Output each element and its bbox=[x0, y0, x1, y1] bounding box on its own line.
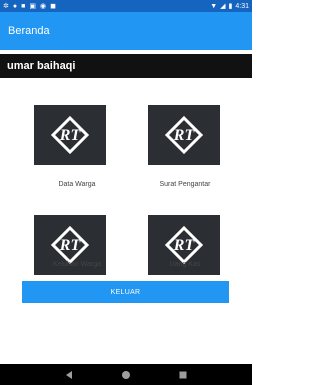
status-time: 4:31 bbox=[235, 2, 249, 10]
user-name: umar baihaqi bbox=[7, 60, 76, 72]
menu-label-surat-pengantar: Surat Pengantar bbox=[159, 181, 211, 188]
image-icon: ▣ bbox=[29, 2, 36, 10]
battery-icon: ▮ bbox=[228, 2, 233, 10]
menu-surat-pengantar[interactable]: RT bbox=[134, 98, 234, 168]
navigation-bar bbox=[0, 364, 252, 385]
page-title: Beranda bbox=[8, 25, 50, 37]
home-icon[interactable] bbox=[116, 367, 136, 383]
rt-logo-icon: RT bbox=[148, 105, 220, 165]
svg-text:RT: RT bbox=[173, 237, 196, 254]
menu-label-uang-kas: Uang Kas bbox=[169, 261, 201, 268]
sd-card-icon: ◼ bbox=[50, 2, 56, 10]
recents-icon[interactable] bbox=[173, 367, 193, 383]
camera-icon: ◉ bbox=[39, 2, 47, 10]
menu-label-data-warga: Data Warga bbox=[58, 181, 96, 188]
back-icon[interactable] bbox=[59, 367, 79, 383]
wifi-icon: ▼ bbox=[210, 2, 218, 10]
user-name-bar: umar baihaqi bbox=[0, 54, 252, 78]
rt-logo-icon: RT bbox=[34, 105, 106, 165]
menu-data-warga[interactable]: RT bbox=[20, 98, 120, 168]
logout-button[interactable]: KELUAR bbox=[22, 281, 229, 303]
status-bar: ✲ ● ■ ▣ ◉ ◼ ▼ ◢ ▮ 4:31 bbox=[0, 0, 252, 12]
notification-icon: ■ bbox=[21, 2, 26, 10]
location-icon: ● bbox=[12, 2, 18, 10]
svg-text:RT: RT bbox=[59, 127, 82, 144]
status-left-icons: ✲ ● ■ ▣ ◉ ◼ bbox=[3, 3, 56, 10]
svg-text:RT: RT bbox=[173, 127, 196, 144]
svg-text:RT: RT bbox=[59, 237, 82, 254]
menu-label-keluhan-warga: Keluhan Warga bbox=[53, 261, 101, 268]
signal-icon: ◢ bbox=[220, 2, 226, 10]
app-bar: Beranda bbox=[0, 12, 252, 50]
status-right-icons: ▼ ◢ ▮ 4:31 bbox=[210, 3, 249, 10]
settings-icon: ✲ bbox=[3, 2, 9, 10]
